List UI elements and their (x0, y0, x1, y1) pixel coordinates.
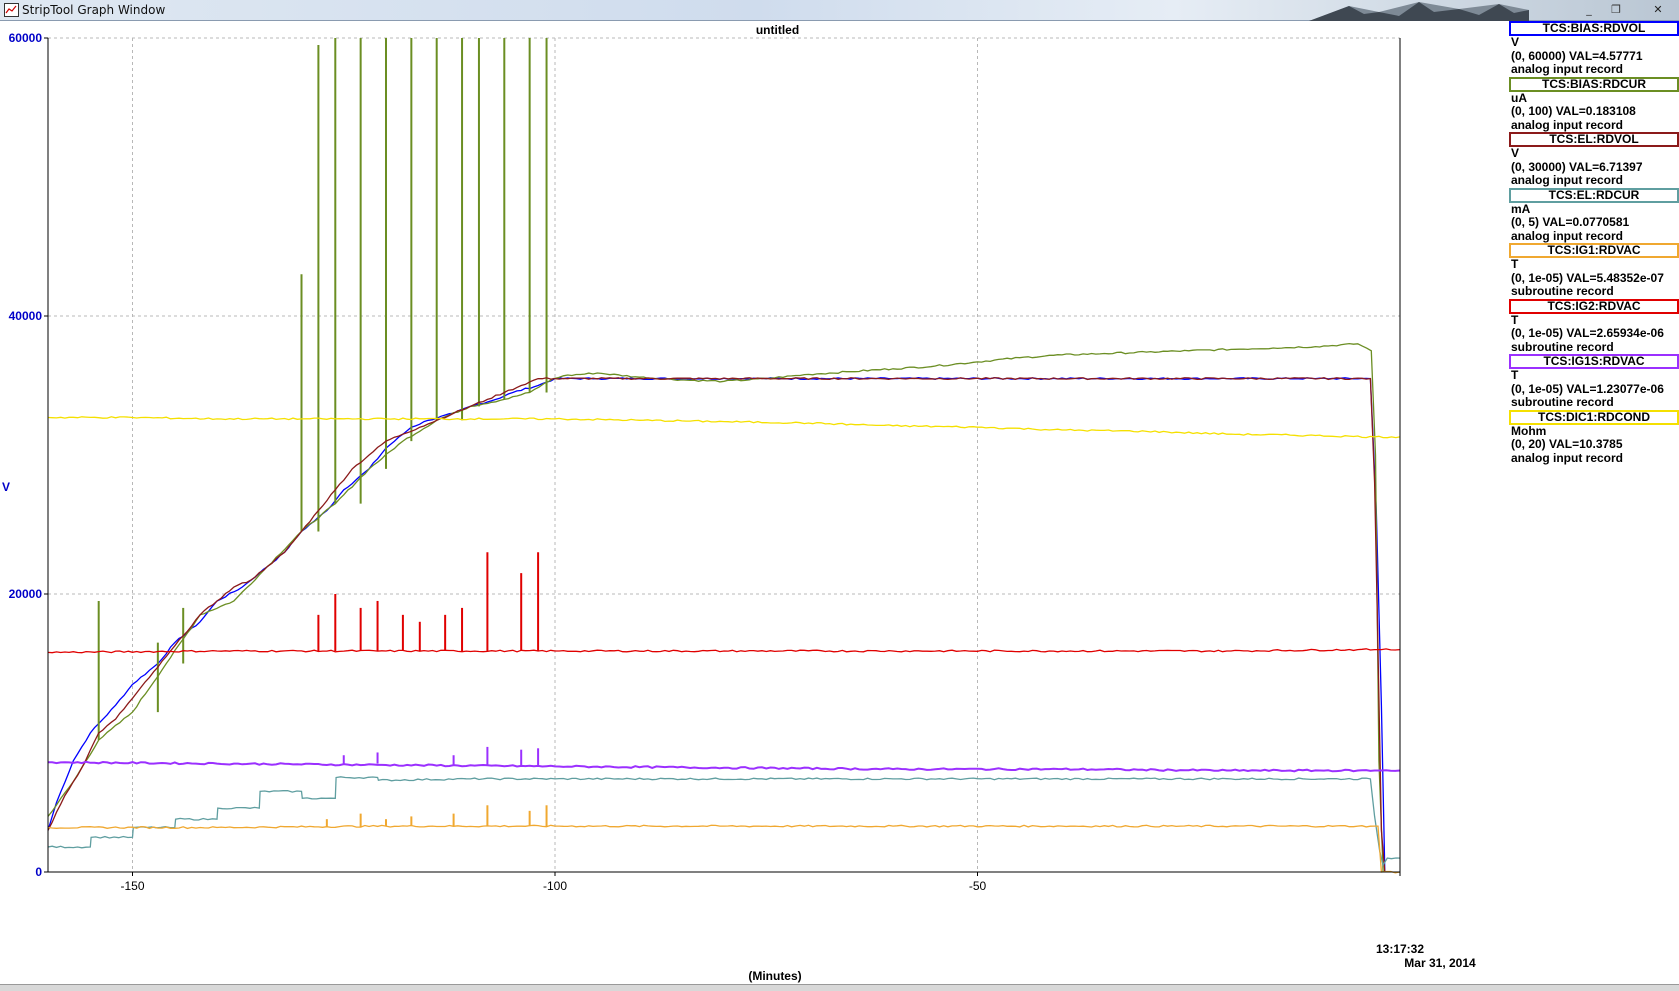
grid-lines (48, 37, 1400, 872)
legend-entry-type: analog input record (1511, 173, 1624, 187)
y-tick-label: 60000 (9, 31, 43, 45)
striptool-app-icon (4, 3, 19, 17)
legend-entry-name[interactable]: TCS:IG1:RDVAC (1509, 243, 1679, 258)
legend-entry[interactable]: TCS:BIAS:RDCUR uA (0, 100) VAL=0.183108 ana… (1507, 76, 1679, 133)
legend-entry[interactable]: TCS:IG1S:RDVAC T (0, 1e-05) VAL=1.23077e-0… (1507, 354, 1679, 410)
series-line-tcs-ig1-rdvac (47, 824, 1401, 874)
legend-entry-name[interactable]: TCS:BIAS:RDVOL (1509, 21, 1679, 36)
legend-entry-type: analog input record (1511, 62, 1624, 76)
legend-entry-name[interactable]: TCS:IG2:RDVAC (1509, 298, 1679, 314)
legend-entry-type: subroutine record (1511, 284, 1614, 298)
series-line-tcs-el-rdvol (47, 377, 1386, 873)
legend-entry-unit: T (1511, 368, 1519, 382)
series-line-tcs-dic1-rdcond (47, 416, 1401, 439)
legend-entry-range: (0, 1e-05) VAL=1.23077e-06 (1511, 381, 1664, 396)
series-line-tcs-bias-rdcur (47, 342, 1384, 873)
title-bar-background-image (1309, 2, 1529, 21)
current-date-label: Mar 31, 2014 (1404, 956, 1476, 970)
legend-entry-type: analog input record (1511, 450, 1624, 465)
legend-entry-range: (0, 20) VAL=10.3785 (1511, 437, 1623, 451)
series-line-tcs-ig2-rdvac (47, 648, 1401, 654)
legend-entry[interactable]: TCS:BIAS:RDVOL V (0, 60000) VAL=4.57771 ana… (1507, 21, 1679, 77)
y-tick-label: 20000 (9, 587, 43, 601)
series-line-tcs-bias-rdvol (47, 377, 1386, 873)
legend-entry-unit: V (1511, 35, 1520, 49)
y-axis-label: V (2, 480, 11, 494)
y-tick-label: 0 (35, 865, 42, 879)
legend-entry[interactable]: TCS:EL:RDVOL V (0, 30000) VAL=6.71397 analo… (1507, 132, 1679, 188)
legend-entry-type: analog input record (1511, 228, 1624, 243)
series-line-tcs-el-rdcur (47, 776, 1401, 867)
legend-entry-type: subroutine record (1511, 395, 1614, 409)
legend-entry[interactable]: TCS:IG2:RDVAC T (0, 1e-05) VAL=2.65934e-06… (1507, 298, 1679, 355)
x-axis-label: (Minutes) (748, 969, 802, 983)
legend-entry[interactable]: TCS:IG1:RDVAC T (0, 1e-05) VAL=5.48352e-07… (1507, 243, 1679, 299)
legend-entry-type: analog input record (1511, 117, 1624, 132)
legend-entry-type: subroutine record (1511, 339, 1614, 354)
legend-entry-range: (0, 5) VAL=0.0770581 (1511, 215, 1630, 229)
legend-panel: TCS:BIAS:RDVOL V (0, 60000) VAL=4.57771 ana… (1507, 21, 1679, 465)
legend-entry-unit: Mohm (1511, 423, 1547, 438)
legend-entry-unit: uA (1511, 90, 1527, 105)
legend-entry-unit: mA (1511, 201, 1531, 216)
window-title: StripTool Graph Window (22, 3, 166, 17)
series-line-tcs-ig1s-rdvac (47, 760, 1401, 773)
legend-entry-range: (0, 30000) VAL=6.71397 (1511, 159, 1643, 174)
y-tick-label: 40000 (9, 309, 43, 323)
legend-entry-name[interactable]: TCS:BIAS:RDCUR (1509, 76, 1679, 92)
x-tick-label: -150 (120, 879, 144, 893)
legend-entry[interactable]: TCS:DIC1:RDCOND Mohm (0, 20) VAL=10.3785 an… (1507, 409, 1679, 466)
status-strip (0, 984, 1679, 991)
legend-entry-unit: T (1511, 257, 1519, 271)
legend-entry-unit: V (1511, 146, 1520, 160)
maximize-button[interactable]: ❐ (1603, 1, 1629, 18)
legend-entry[interactable]: TCS:EL:RDCUR mA (0, 5) VAL=0.0770581 analog… (1507, 187, 1679, 244)
legend-entry-name[interactable]: TCS:EL:RDVOL (1509, 132, 1679, 147)
minimize-button[interactable]: _ (1576, 1, 1602, 18)
legend-entry-range: (0, 1e-05) VAL=2.65934e-06 (1511, 326, 1664, 340)
legend-entry-name[interactable]: TCS:EL:RDCUR (1509, 187, 1679, 203)
axes (44, 37, 1401, 876)
legend-entry-name[interactable]: TCS:IG1S:RDVAC (1509, 354, 1679, 369)
series-lines (47, 38, 1401, 874)
legend-entry-unit: T (1511, 312, 1519, 327)
strip-chart-plot[interactable]: 0 20000 40000 60000 -150 -100 -50 (0, 21, 1507, 984)
x-tick-label: -100 (543, 879, 567, 893)
legend-entry-range: (0, 100) VAL=0.183108 (1511, 104, 1636, 118)
legend-entry-range: (0, 60000) VAL=4.57771 (1511, 48, 1643, 63)
current-time-label: 13:17:32 (1375, 942, 1425, 956)
title-bar: StripTool Graph Window _ ❐ ✕ (0, 0, 1679, 21)
close-button[interactable]: ✕ (1640, 1, 1676, 18)
legend-entry-name[interactable]: TCS:DIC1:RDCOND (1509, 409, 1679, 425)
legend-entry-range: (0, 1e-05) VAL=5.48352e-07 (1511, 270, 1664, 285)
x-tick-label: -50 (969, 879, 987, 893)
